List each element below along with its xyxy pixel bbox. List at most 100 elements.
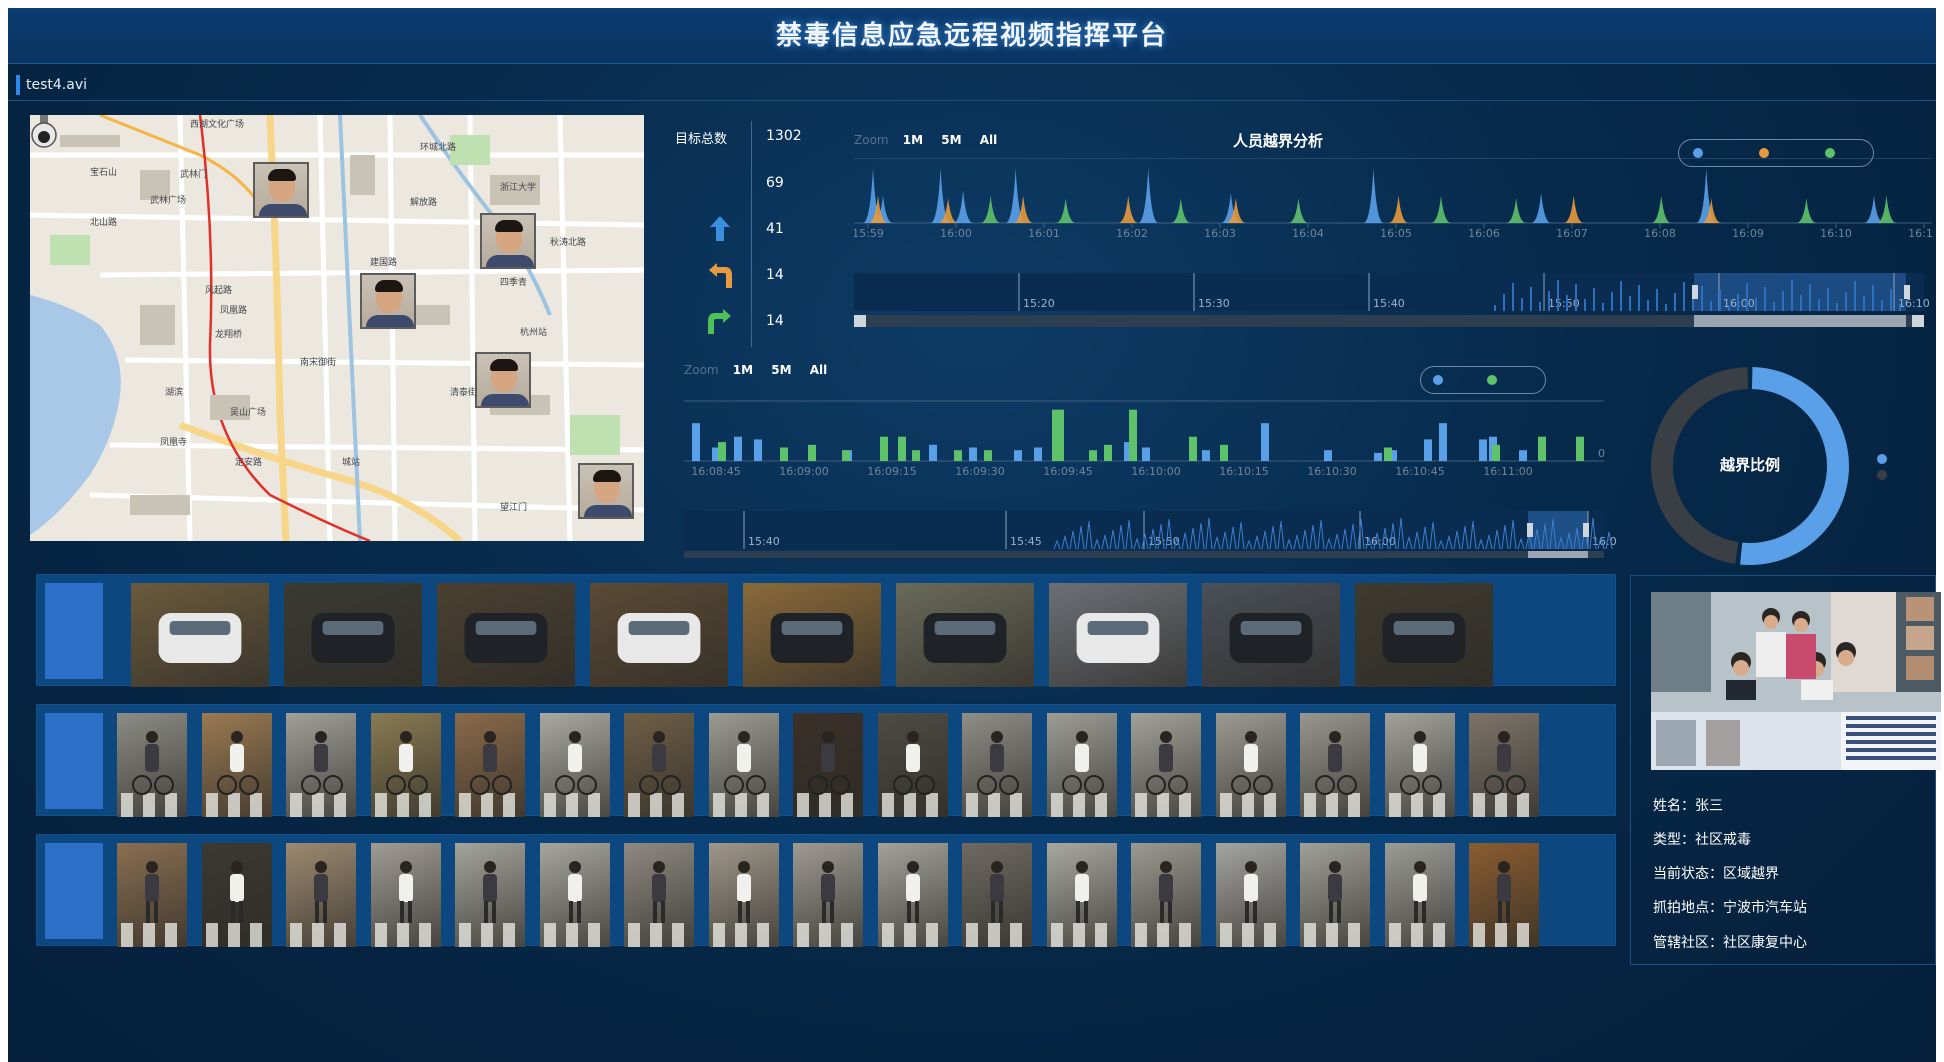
cyclist-thumbnail[interactable] [1469,713,1539,817]
video-file-name[interactable]: test4.avi [16,75,87,95]
cyclist-thumbnail[interactable] [708,713,779,817]
cyclist-thumbnail[interactable] [962,713,1032,817]
surveillance-camera-icon[interactable] [30,115,58,155]
strip-category-tab[interactable] [45,713,103,809]
map-label: 武林广场 [150,194,186,206]
person-head [1160,731,1172,743]
suspect-photo-1[interactable] [253,162,309,218]
legend-dot-orange[interactable] [1759,148,1769,158]
pedestrian-thumbnail[interactable] [455,843,525,947]
vehicle-thumbnail[interactable] [284,583,422,687]
pedestrian-thumbnail[interactable] [539,843,610,947]
cyclist-thumbnail[interactable] [877,713,948,817]
pedestrian-figure [881,861,938,947]
crosswalk-stripe [1517,793,1529,817]
cyclist-thumbnail[interactable] [1300,713,1370,817]
crosswalk-stripe [249,923,262,947]
zoom-all-button[interactable]: All [980,133,998,147]
pedestrian-thumbnail[interactable] [1046,843,1117,947]
strip-category-tab[interactable] [45,583,103,679]
pedestrian-thumbnail[interactable] [286,843,356,947]
crosswalk-stripe [1179,923,1191,947]
zoom-all-button[interactable]: All [810,363,828,377]
suspect-photo-4[interactable] [475,352,531,408]
city-map[interactable]: 西湖文化广场 武林门 武林广场 风起路 龙翔桥 吴山广场 凤凰寺 定安路 城站 南宋御街 湖滨 凤凰路… [30,115,644,541]
pedestrian-thumbnail[interactable] [1215,843,1286,947]
pedestrian-thumbnail[interactable] [1384,843,1455,947]
donut-legend-dot-blue[interactable] [1877,454,1887,464]
cyclist-thumbnail[interactable] [793,713,863,817]
bar-blue [1424,439,1432,461]
vehicle-strip [36,574,1616,687]
navigator-spike [1755,298,1757,311]
zoom-1m-button[interactable]: 1M [903,133,923,147]
cyclist-thumbnail[interactable] [1384,713,1455,817]
zoom-5m-button[interactable]: 5M [941,133,961,147]
cyclist-thumbnail[interactable] [1046,713,1117,817]
cyclist-thumbnail[interactable] [539,713,610,817]
person-head [1075,731,1088,743]
pedestrian-thumbnail[interactable] [370,843,441,947]
legend-dot-green[interactable] [1825,148,1835,158]
legend-dot-blue[interactable] [1433,375,1443,385]
suspect-photo-2[interactable] [480,213,536,269]
area-peak [1138,168,1159,223]
vehicle-thumbnail[interactable] [1355,583,1493,687]
pedestrian-thumbnail[interactable] [708,843,779,947]
cyclist-thumbnail[interactable] [201,713,272,817]
person-head [737,731,750,743]
cyclist-figure [1473,731,1529,817]
page-title: 禁毒信息应急远程视频指挥平台 [775,21,1168,51]
vehicle-shape [617,613,701,663]
cyclist-thumbnail[interactable] [624,713,694,817]
bar-green [1104,444,1112,461]
pedestrian-thumbnail[interactable] [962,843,1032,947]
capture-photo[interactable] [1651,592,1941,770]
vehicle-thumbnail[interactable] [1202,583,1340,687]
strip-category-tab[interactable] [45,843,103,939]
crossing-bar-chart[interactable]: 0 16:08:45 16:09:00 16:09:15 16:09:30 16:09:4… [684,393,1620,558]
pedestrian-thumbnail[interactable] [877,843,948,947]
pedestrian-thumbnail[interactable] [624,843,694,947]
vehicle-thumbnail[interactable] [743,583,881,687]
cyclist-thumbnail[interactable] [286,713,356,817]
vehicle-window [475,621,537,635]
pedestrian-thumbnail[interactable] [793,843,863,947]
navigator-spike [1782,291,1784,311]
x-tick-label: 16:02 [1116,227,1148,240]
suspect-photo-3[interactable] [360,273,416,329]
cyclist-figure [1135,731,1191,817]
chart2-legend[interactable] [1420,366,1546,394]
crossing-area-chart[interactable]: 15:59 16:00 16:01 16:02 16:03 16:04 16:05 16:06… [854,158,1932,338]
cyclist-thumbnail[interactable] [1131,713,1201,817]
map-label: 风起路 [205,284,232,296]
pedestrian-figure [121,861,177,947]
vehicle-thumbnail[interactable] [590,583,728,687]
legend-dot-green[interactable] [1487,375,1497,385]
vehicle-thumbnail[interactable] [1049,583,1187,687]
suspect-photo-5[interactable] [578,463,634,519]
crosswalk-stripe [1410,793,1423,817]
bike-wheel [132,775,152,795]
zoom-5m-button[interactable]: 5M [771,363,791,377]
donut-legend-dot-dark[interactable] [1877,470,1887,480]
zoom-1m-button[interactable]: 1M [733,363,753,377]
pedestrian-thumbnail[interactable] [1469,843,1539,947]
pedestrian-thumbnail[interactable] [117,843,187,947]
vehicle-thumbnail[interactable] [437,583,575,687]
person-head [1413,731,1426,743]
pedestrian-thumbnail[interactable] [1300,843,1370,947]
vehicle-thumbnail[interactable] [896,583,1034,687]
person-leg [568,901,573,923]
crosswalk-stripe [503,793,515,817]
cyclist-thumbnail[interactable] [1215,713,1286,817]
pedestrian-thumbnail[interactable] [201,843,272,947]
x-tick-label: 16:09:45 [1043,465,1092,478]
legend-dot-blue[interactable] [1693,148,1703,158]
pedestrian-thumbnail[interactable] [1131,843,1201,947]
x-tick-label: 16:10:00 [1131,465,1180,478]
vehicle-thumbnail[interactable] [131,583,269,687]
cyclist-thumbnail[interactable] [117,713,187,817]
cyclist-thumbnail[interactable] [455,713,525,817]
cyclist-thumbnail[interactable] [370,713,441,817]
